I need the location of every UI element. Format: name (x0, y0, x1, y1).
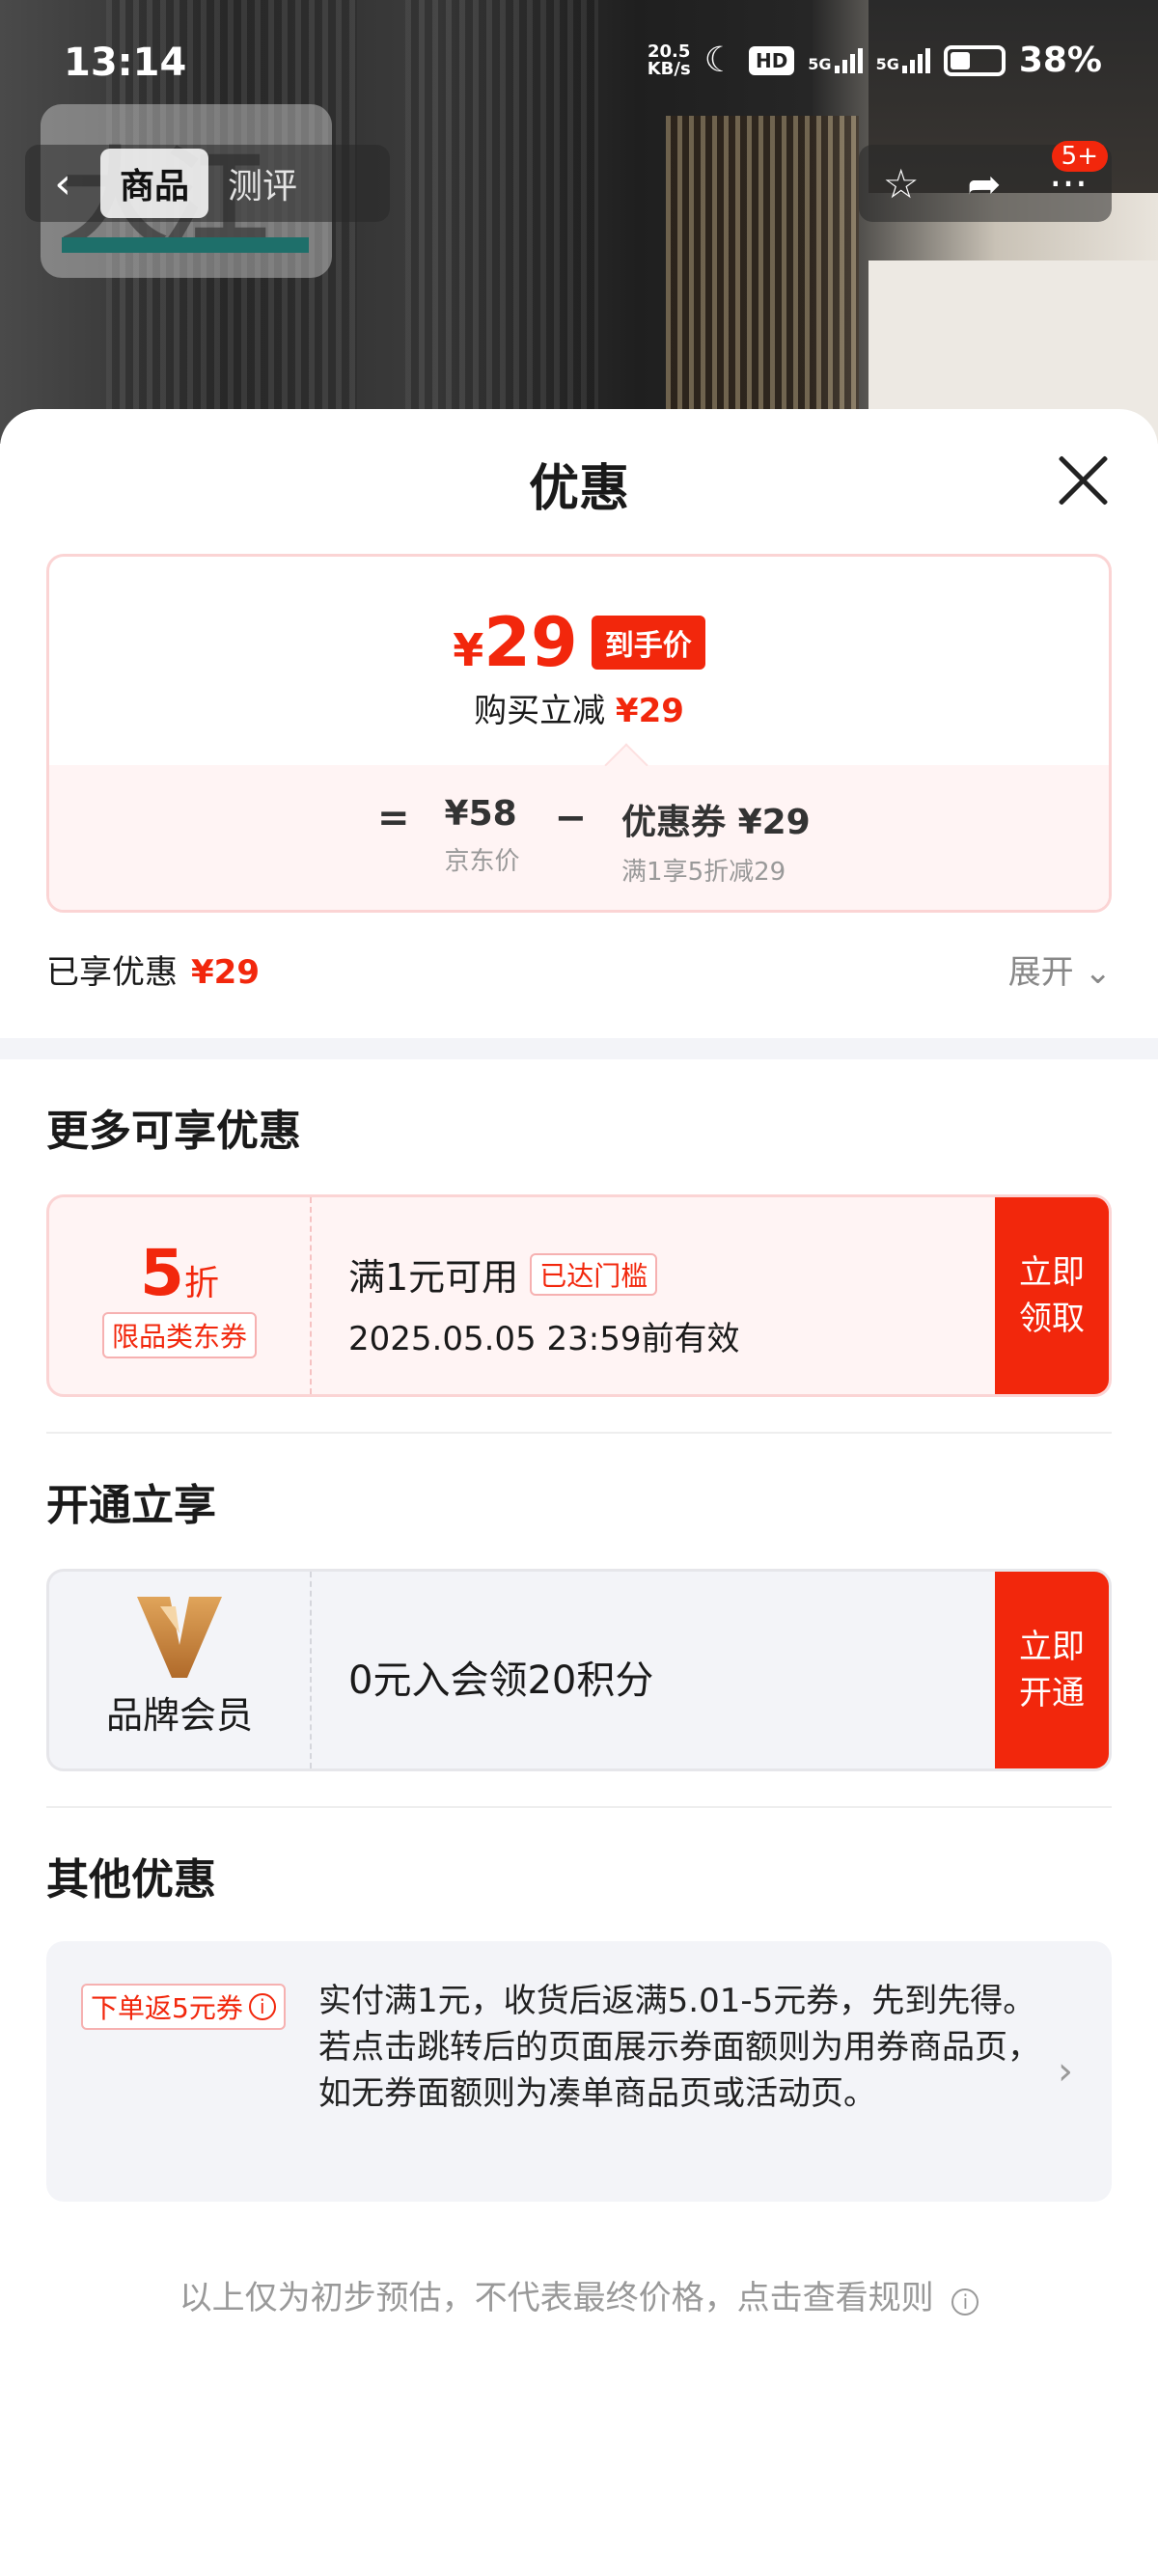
divider (46, 1432, 1112, 1434)
brand-member-label: 品牌会员 (105, 1694, 253, 1737)
coupon-value: 优惠券 ¥29 (621, 803, 811, 842)
coupon-discount-unit: 折 (183, 1264, 219, 1303)
status-time: 13:14 (64, 41, 187, 85)
threshold-reached-tag: 已达门槛 (530, 1252, 658, 1296)
coupon-scope: 限品类东券 (101, 1312, 257, 1358)
close-icon[interactable] (1054, 452, 1112, 509)
info-icon[interactable]: i (248, 1993, 276, 2020)
open-membership-label: 立即 开通 (1019, 1624, 1085, 1716)
coupon-card[interactable]: 5折 限品类东券 满1元可用 已达门槛 2025.05.05 23:59前有效 … (46, 1194, 1112, 1397)
other-offers-title: 其他优惠 (46, 1855, 216, 1905)
tab-product[interactable]: 商品 (100, 149, 209, 218)
cashback-tag: 下单返5元券 i (81, 1984, 286, 2030)
rules-footnote[interactable]: 以上仅为初步预估，不代表最终价格，点击查看规则 i (0, 2271, 1158, 2318)
jd-price-col: ¥58 京东价 (445, 794, 520, 877)
star-icon[interactable]: ☆ (883, 160, 920, 207)
currency-symbol: ¥ (453, 624, 484, 676)
sim1-label: 5G (808, 54, 832, 73)
net-speed-unit: KB/s (647, 58, 691, 79)
membership-benefit: 0元入会领20积分 (348, 1658, 654, 1703)
instant-discount-row: 购买立减 ¥29 (49, 684, 1109, 731)
coupon-rule: 满1享5折减29 (621, 858, 786, 887)
product-nav-bar: ‹ 商品 测评 ☆ ➦ ··· 5+ (0, 141, 1158, 222)
cashback-tag-label: 下单返5元券 (91, 1992, 243, 2024)
net-speed: 20.5 KB/s (647, 41, 691, 79)
status-bar: 13:14 20.5 KB/s ☾ HD 5G 5G 38% (0, 0, 1158, 130)
cashback-offer-card[interactable]: 下单返5元券 i 实付满1元，收货后返满5.01-5元券，先到先得。若点击跳转后… (46, 1941, 1112, 2202)
open-membership-button[interactable]: 立即 开通 (995, 1572, 1109, 1768)
equals-sign: = (377, 796, 410, 840)
battery-percent: 38% (1018, 41, 1102, 80)
cashback-description: 实付满1元，收货后返满5.01-5元券，先到先得。若点击跳转后的页面展示券面额则… (318, 1982, 1040, 2113)
coupon-discount-panel: 5折 限品类东券 (49, 1197, 312, 1394)
more-offers-title: 更多可享优惠 (46, 1107, 301, 1156)
watermark-bar (62, 237, 309, 253)
coupon-condition-row: 满1元可用 已达门槛 (348, 1247, 739, 1301)
hd-icon: HD (748, 45, 795, 75)
coupon-condition: 满1元可用 (348, 1256, 519, 1299)
price-calc: = ¥58 京东价 − 优惠券 ¥29 满1享5折减29 (377, 794, 811, 888)
nav-tab-group: ‹ 商品 测评 (25, 145, 390, 222)
jd-price: ¥58 (444, 794, 517, 834)
divider (46, 1806, 1112, 1808)
coupon-validity: 2025.05.05 23:59前有效 (348, 1320, 740, 1358)
claim-line1: 立即 (1019, 1253, 1085, 1292)
open-membership-title: 开通立享 (46, 1481, 216, 1530)
sheet-title: 优惠 (528, 460, 629, 518)
final-price-row: ¥29 到手价 (49, 603, 1109, 682)
footnote-text: 以上仅为初步预估，不代表最终价格，点击查看规则 (179, 2279, 934, 2317)
price-top: ¥29 到手价 购买立减 ¥29 (49, 557, 1109, 765)
instant-discount-value: ¥29 (615, 692, 684, 730)
claim-coupon-button[interactable]: 立即 领取 (995, 1197, 1109, 1394)
section-divider (0, 1038, 1158, 1059)
coupon-discount: 5折 (49, 1236, 310, 1310)
status-icons: 20.5 KB/s ☾ HD 5G 5G 38% (648, 41, 1102, 80)
open-line2: 开通 (1019, 1674, 1085, 1713)
enjoyed-discount: 已享优惠 ¥29 (46, 945, 260, 993)
chevron-right-icon: › (1058, 2049, 1073, 2094)
net-speed-value: 20.5 (647, 41, 691, 62)
expand-button[interactable]: 展开 ⌄ (1008, 945, 1112, 993)
chevron-left-icon[interactable]: ‹ (25, 159, 100, 208)
brand-member-panel: 品牌会员 (49, 1572, 312, 1768)
brand-v-logo-icon (137, 1597, 222, 1678)
price-breakdown: = ¥58 京东价 − 优惠券 ¥29 满1享5折减29 (49, 765, 1109, 910)
coupon-details: 满1元可用 已达门槛 2025.05.05 23:59前有效 (348, 1247, 739, 1359)
instant-discount-label: 购买立减 (474, 692, 606, 730)
enjoyed-label: 已享优惠 (46, 953, 178, 992)
notification-badge: 5+ (1051, 141, 1108, 172)
sim2-label: 5G (875, 54, 899, 73)
claim-coupon-label: 立即 领取 (1019, 1249, 1085, 1342)
signal-icon: 5G (808, 47, 863, 73)
claim-line2: 领取 (1019, 1300, 1085, 1338)
open-line1: 立即 (1019, 1628, 1085, 1666)
final-price-amount: 29 (483, 603, 578, 682)
discount-sheet: 优惠 ¥29 到手价 购买立减 ¥29 = ¥58 京东价 − 优惠券 ¥29 … (0, 409, 1158, 2576)
battery-icon (943, 44, 1006, 76)
final-price-tag: 到手价 (591, 616, 705, 670)
jd-price-label: 京东价 (444, 847, 520, 876)
tab-review[interactable]: 测评 (208, 149, 317, 218)
share-icon[interactable]: ➦ (967, 160, 1001, 207)
signal-icon: 5G (875, 47, 930, 73)
final-price: ¥29 (453, 603, 577, 682)
minus-sign: − (554, 796, 588, 840)
membership-card[interactable]: 品牌会员 0元入会领20积分 立即开通 (46, 1569, 1112, 1771)
enjoyed-value: ¥29 (191, 953, 260, 992)
coupon-discount-number: 5 (140, 1236, 184, 1310)
moon-icon: ☾ (703, 41, 735, 80)
chevron-down-icon: ⌄ (1084, 953, 1113, 992)
nav-action-group: ☆ ➦ ··· 5+ (859, 141, 1112, 222)
coupon-col: 优惠券 ¥29 满1享5折减29 (621, 794, 811, 888)
info-icon[interactable]: i (951, 2288, 979, 2316)
expand-label: 展开 (1007, 953, 1074, 992)
price-summary-box: ¥29 到手价 购买立减 ¥29 = ¥58 京东价 − 优惠券 ¥29 满1享… (46, 554, 1112, 913)
